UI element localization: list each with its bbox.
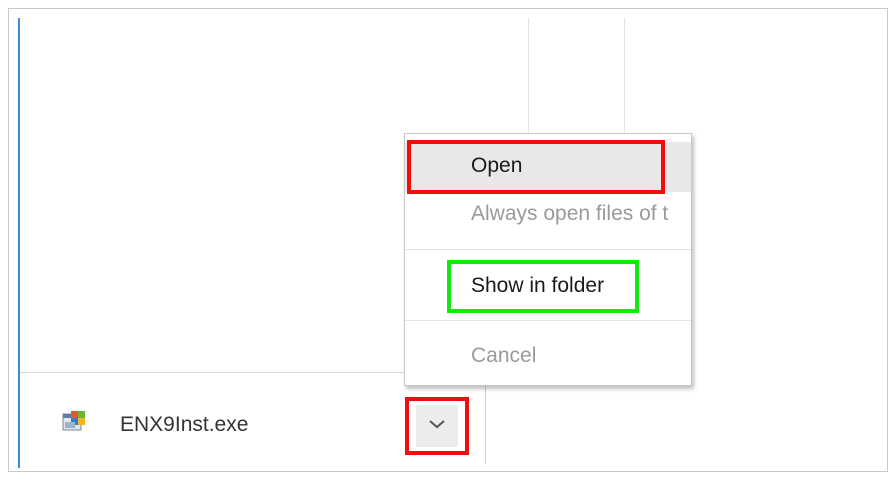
menu-item-label: Cancel	[471, 344, 537, 367]
download-file-name[interactable]: ENX9Inst.exe	[120, 413, 248, 437]
shelf-item-separator	[485, 378, 486, 464]
menu-item-always-open: Always open files of t	[405, 192, 691, 240]
column-divider	[528, 18, 529, 132]
menu-separator	[405, 249, 691, 250]
menu-separator	[405, 320, 691, 321]
column-divider	[624, 18, 625, 132]
installer-exe-icon	[62, 410, 88, 434]
chevron-down-icon	[428, 417, 446, 435]
menu-item-label: Always open files of t	[471, 202, 669, 225]
download-menu-button-face[interactable]	[416, 405, 458, 447]
menu-item-cancel: Cancel	[405, 336, 691, 380]
highlight-show-in-folder-box	[447, 260, 639, 313]
download-menu-button[interactable]	[405, 397, 469, 455]
highlight-open-box	[407, 140, 665, 194]
